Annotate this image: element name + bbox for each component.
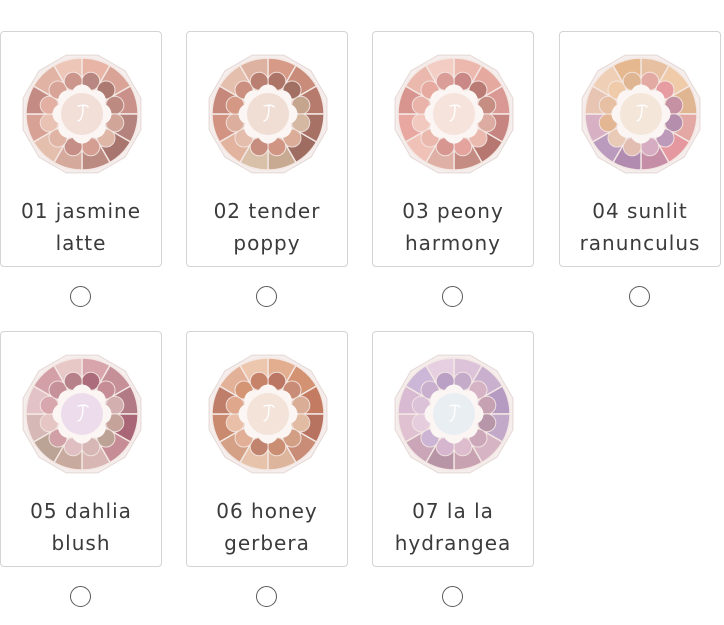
shade-label-line2: poppy (233, 231, 301, 255)
palette-image (392, 52, 516, 176)
shade-option-card[interactable]: 05 dahlia blush (0, 331, 162, 567)
shade-radio-button[interactable] (442, 286, 463, 307)
shade-radio-button[interactable] (256, 286, 277, 307)
shade-option-card[interactable]: 07 la la hydrangea (372, 331, 534, 567)
shade-label-line1: 05 dahlia (30, 499, 132, 523)
shade-label: 07 la la hydrangea (373, 495, 533, 559)
shade-label-line1: 01 jasmine (20, 199, 142, 223)
shade-option-card[interactable]: 04 sunlit ranunculus (559, 31, 721, 267)
shade-label-line2: harmony (404, 231, 502, 255)
shade-label: 01 jasmine latte (1, 195, 161, 259)
shade-label-line1: 03 peony (402, 199, 504, 223)
shade-label: 02 tender poppy (187, 195, 347, 259)
palette-image (206, 52, 330, 176)
shade-label: 04 sunlit ranunculus (560, 195, 720, 259)
shade-label-line2: latte (55, 231, 107, 255)
shade-option-card[interactable]: 02 tender poppy (186, 31, 348, 267)
shade-label-line2: gerbera (224, 531, 310, 555)
shade-label-line1: 04 sunlit (592, 199, 688, 223)
shade-radio-button[interactable] (256, 586, 277, 607)
shade-radio-button[interactable] (70, 586, 91, 607)
shade-label-line2: hydrangea (394, 531, 512, 555)
shade-label-line1: 07 la la (412, 499, 494, 523)
shade-option-card[interactable]: 01 jasmine latte (0, 31, 162, 267)
shade-label: 05 dahlia blush (1, 495, 161, 559)
shade-radio-button[interactable] (70, 286, 91, 307)
shade-label-line2: blush (51, 531, 111, 555)
shade-label-line1: 02 tender (213, 199, 321, 223)
shade-label-line2: ranunculus (579, 231, 701, 255)
palette-image (392, 352, 516, 476)
palette-image (206, 352, 330, 476)
palette-image (20, 352, 144, 476)
shade-radio-button[interactable] (442, 586, 463, 607)
shade-label-line1: 06 honey (216, 499, 318, 523)
shade-option-card[interactable]: 06 honey gerbera (186, 331, 348, 567)
shade-radio-button[interactable] (629, 286, 650, 307)
shade-label: 06 honey gerbera (187, 495, 347, 559)
shade-label: 03 peony harmony (373, 195, 533, 259)
palette-image (579, 52, 703, 176)
palette-image (20, 52, 144, 176)
shade-option-card[interactable]: 03 peony harmony (372, 31, 534, 267)
